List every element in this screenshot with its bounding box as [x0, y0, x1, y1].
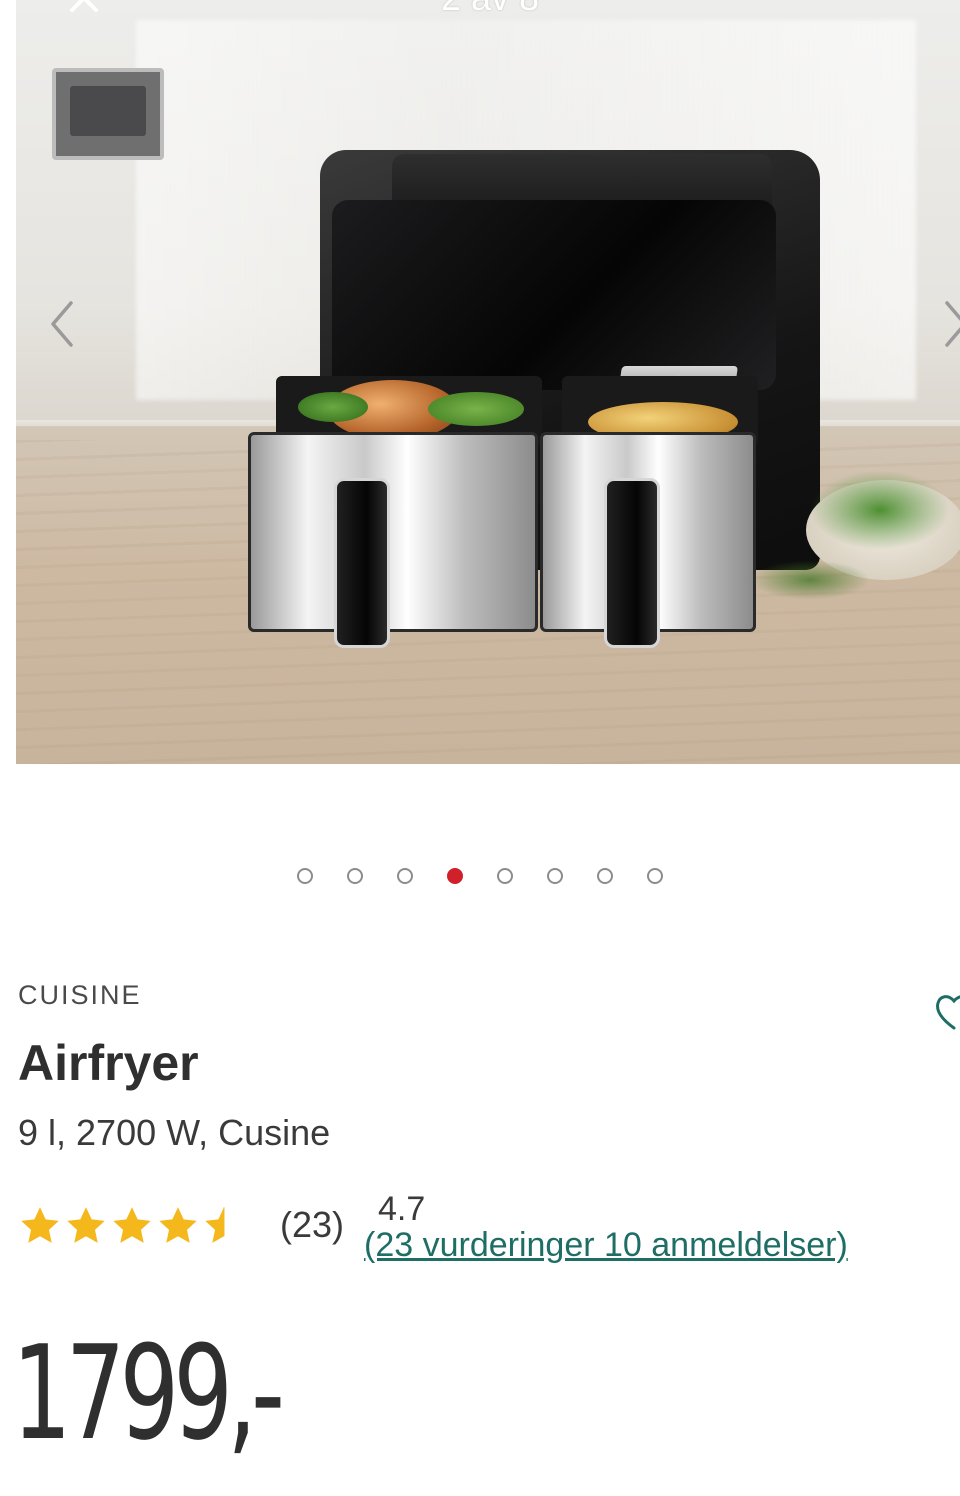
carousel-dot[interactable] — [297, 868, 313, 884]
product-brand[interactable]: CUISINE — [18, 980, 142, 1011]
airfryer-handle-left — [334, 478, 390, 648]
herbs-sprig — [750, 560, 870, 600]
rating-value: 4.7 — [378, 1190, 426, 1228]
carousel-dot[interactable] — [347, 868, 363, 884]
chevron-left-icon[interactable] — [40, 294, 84, 354]
airfryer-drawer-left — [248, 432, 538, 632]
ratings-link[interactable]: (23 vurderinger 10 anmeldelser) — [364, 1226, 848, 1265]
airfryer-handle-right — [604, 478, 660, 648]
image-counter: 2 av 8 — [410, 0, 570, 18]
carousel-dot[interactable] — [547, 868, 563, 884]
product-photo[interactable]: CUISINE — [16, 0, 960, 764]
airfryer-window — [332, 200, 776, 390]
star-half-icon — [205, 1207, 225, 1243]
rating-stars[interactable] — [18, 1204, 250, 1250]
carousel-dot-active[interactable] — [447, 868, 463, 884]
star-icon — [21, 1207, 59, 1243]
carousel-dot[interactable] — [647, 868, 663, 884]
review-count: (23) — [280, 1204, 345, 1245]
star-icon — [159, 1207, 197, 1243]
chevron-right-icon[interactable] — [934, 294, 960, 354]
carousel-dot[interactable] — [597, 868, 613, 884]
carousel-dot[interactable] — [497, 868, 513, 884]
close-icon[interactable] — [66, 0, 102, 16]
star-icon — [67, 1207, 105, 1243]
carousel-dots — [0, 868, 960, 894]
product-price: 1799,- — [12, 1317, 285, 1469]
product-title: Airfryer — [18, 1035, 199, 1091]
star-icon — [113, 1207, 151, 1243]
food-beans — [428, 392, 524, 426]
carousel-dot[interactable] — [397, 868, 413, 884]
background-oven — [52, 68, 164, 160]
airfryer-illustration: CUISINE — [232, 140, 832, 660]
heart-icon[interactable] — [934, 990, 960, 1034]
herbs — [810, 470, 950, 550]
product-subtitle: 9 l, 2700 W, Cusine — [18, 1112, 331, 1153]
food-beans-2 — [298, 392, 368, 422]
product-page: CUISINE 2 av 8 — [0, 0, 960, 1496]
image-carousel[interactable]: CUISINE 2 av 8 — [0, 0, 960, 770]
